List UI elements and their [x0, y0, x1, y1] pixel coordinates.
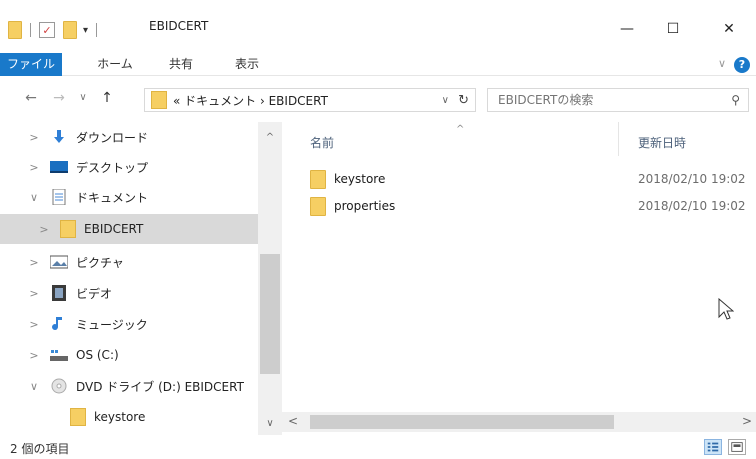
column-header-date[interactable]: 更新日時	[638, 134, 686, 151]
refresh-icon[interactable]: ↻	[458, 93, 469, 108]
file-name[interactable]: properties	[334, 199, 395, 213]
nav-item-label: EBIDCERT	[84, 222, 144, 236]
nav-item-label: ピクチャ	[76, 255, 124, 270]
folder-icon	[8, 21, 22, 39]
nav-item-keystore[interactable]: keystore	[0, 402, 258, 432]
nav-item-label: keystore	[94, 410, 146, 424]
download-icon	[54, 130, 64, 143]
folder-icon	[310, 170, 326, 189]
nav-item-label: ビデオ	[76, 286, 113, 301]
nav-item-dvd-drive[interactable]: ∨ DVD ドライブ (D:) EBIDCERT	[0, 371, 258, 401]
help-icon[interactable]: ?	[734, 57, 750, 73]
chevron-down-icon[interactable]: ∨	[26, 191, 42, 204]
tab-home[interactable]: ホーム	[90, 53, 140, 76]
chevron-right-icon[interactable]: >	[36, 223, 52, 236]
new-folder-icon[interactable]	[63, 21, 77, 39]
chevron-right-icon[interactable]: >	[26, 287, 42, 300]
maximize-button[interactable]: ☐	[650, 14, 696, 44]
dvd-icon	[51, 378, 67, 394]
navigation-pane: > ダウンロード > デスクトップ ∨ ドキュメント > EBIDCERT > …	[0, 122, 282, 435]
ribbon-tabs: ファイル ホーム 共有 表示 ∨ ?	[0, 53, 756, 76]
quick-access-toolbar: ✓ ▾	[8, 18, 98, 42]
file-date: 2018/02/10 19:02	[638, 172, 746, 186]
column-header-name[interactable]: 名前	[310, 134, 334, 151]
nav-item-pictures[interactable]: > ピクチャ	[0, 247, 258, 277]
folder-icon	[151, 91, 167, 109]
folder-icon	[310, 197, 326, 216]
search-box[interactable]: ⚲	[487, 88, 749, 112]
details-view-icon[interactable]	[704, 439, 722, 455]
file-name[interactable]: keystore	[334, 172, 385, 186]
file-list: 名前 ^ 更新日時 keystore 2018/02/10 19:02 prop…	[282, 122, 756, 435]
address-row: ← → ∨ ↑ « ドキュメント › EBIDCERT ∨ ↻ ⚲	[0, 77, 756, 120]
file-date: 2018/02/10 19:02	[638, 199, 746, 213]
scroll-up-icon[interactable]: ^	[258, 132, 282, 143]
scroll-right-icon[interactable]: >	[742, 414, 752, 428]
scroll-down-icon[interactable]: ∨	[258, 418, 282, 429]
up-button[interactable]: ↑	[96, 87, 118, 109]
nav-item-label: デスクトップ	[76, 160, 149, 175]
nav-item-label: DVD ドライブ (D:) EBIDCERT	[76, 379, 244, 394]
documents-icon	[52, 189, 66, 205]
content-scroll-thumb[interactable]	[310, 415, 614, 429]
address-dropdown-icon[interactable]: ∨	[442, 95, 449, 106]
nav-scroll-thumb[interactable]	[260, 254, 280, 374]
chevron-right-icon[interactable]: >	[26, 318, 42, 331]
music-icon	[52, 317, 62, 331]
item-count: 2 個の項目	[10, 442, 70, 456]
nav-item-label: OS (C:)	[76, 348, 119, 362]
divider	[30, 23, 31, 37]
scroll-left-icon[interactable]: <	[288, 414, 298, 428]
tab-view[interactable]: 表示	[226, 53, 268, 76]
pictures-icon	[50, 255, 68, 269]
back-button[interactable]: ←	[20, 87, 42, 109]
nav-item-downloads[interactable]: > ダウンロード	[0, 122, 258, 152]
nav-item-documents[interactable]: ∨ ドキュメント	[0, 182, 258, 212]
chevron-right-icon[interactable]: >	[26, 349, 42, 362]
desktop-icon	[50, 161, 68, 173]
chevron-right-icon[interactable]: >	[26, 131, 42, 144]
tab-share[interactable]: 共有	[160, 53, 202, 76]
folder-icon	[70, 408, 86, 426]
sort-indicator-icon: ^	[456, 124, 465, 135]
file-row[interactable]: properties 2018/02/10 19:02	[282, 195, 756, 219]
chevron-right-icon[interactable]: >	[26, 161, 42, 174]
mouse-cursor-icon	[718, 298, 734, 320]
nav-item-music[interactable]: > ミュージック	[0, 309, 258, 339]
search-icon[interactable]: ⚲	[731, 93, 740, 107]
recent-locations-button[interactable]: ∨	[72, 87, 94, 109]
chevron-right-icon[interactable]: >	[26, 256, 42, 269]
divider	[96, 23, 98, 37]
customize-toolbar-icon[interactable]: ▾	[83, 25, 88, 36]
nav-item-label: ミュージック	[76, 317, 148, 332]
folder-icon	[60, 220, 76, 238]
nav-item-os-drive[interactable]: > OS (C:)	[0, 340, 258, 370]
column-divider[interactable]	[618, 122, 619, 156]
close-button[interactable]: ✕	[706, 14, 752, 44]
nav-item-ebidcert[interactable]: > EBIDCERT	[0, 214, 258, 244]
nav-item-videos[interactable]: > ビデオ	[0, 278, 258, 308]
large-icons-view-icon[interactable]	[728, 439, 746, 455]
expand-ribbon-icon[interactable]: ∨	[718, 57, 726, 70]
file-row[interactable]: keystore 2018/02/10 19:02	[282, 168, 756, 192]
status-bar: 2 個の項目	[0, 436, 756, 459]
address-path[interactable]: « ドキュメント › EBIDCERT	[173, 92, 328, 109]
chevron-down-icon[interactable]: ∨	[26, 380, 42, 393]
title-bar: ✓ ▾ EBIDCERT — ☐ ✕	[0, 0, 756, 53]
window-title: EBIDCERT	[149, 19, 209, 33]
properties-icon[interactable]: ✓	[39, 22, 55, 38]
nav-item-desktop[interactable]: > デスクトップ	[0, 152, 258, 182]
drive-icon	[50, 350, 68, 361]
content-horizontal-scrollbar[interactable]: < >	[282, 412, 756, 432]
address-bar[interactable]: « ドキュメント › EBIDCERT ∨ ↻	[144, 88, 476, 112]
tab-file[interactable]: ファイル	[0, 53, 62, 76]
nav-item-label: ドキュメント	[76, 190, 149, 205]
forward-button[interactable]: →	[48, 87, 70, 109]
videos-icon	[52, 285, 66, 301]
minimize-button[interactable]: —	[604, 14, 650, 44]
nav-item-label: ダウンロード	[76, 130, 149, 145]
search-input[interactable]	[498, 93, 708, 107]
nav-vertical-scrollbar[interactable]: ^ ∨	[258, 122, 282, 435]
